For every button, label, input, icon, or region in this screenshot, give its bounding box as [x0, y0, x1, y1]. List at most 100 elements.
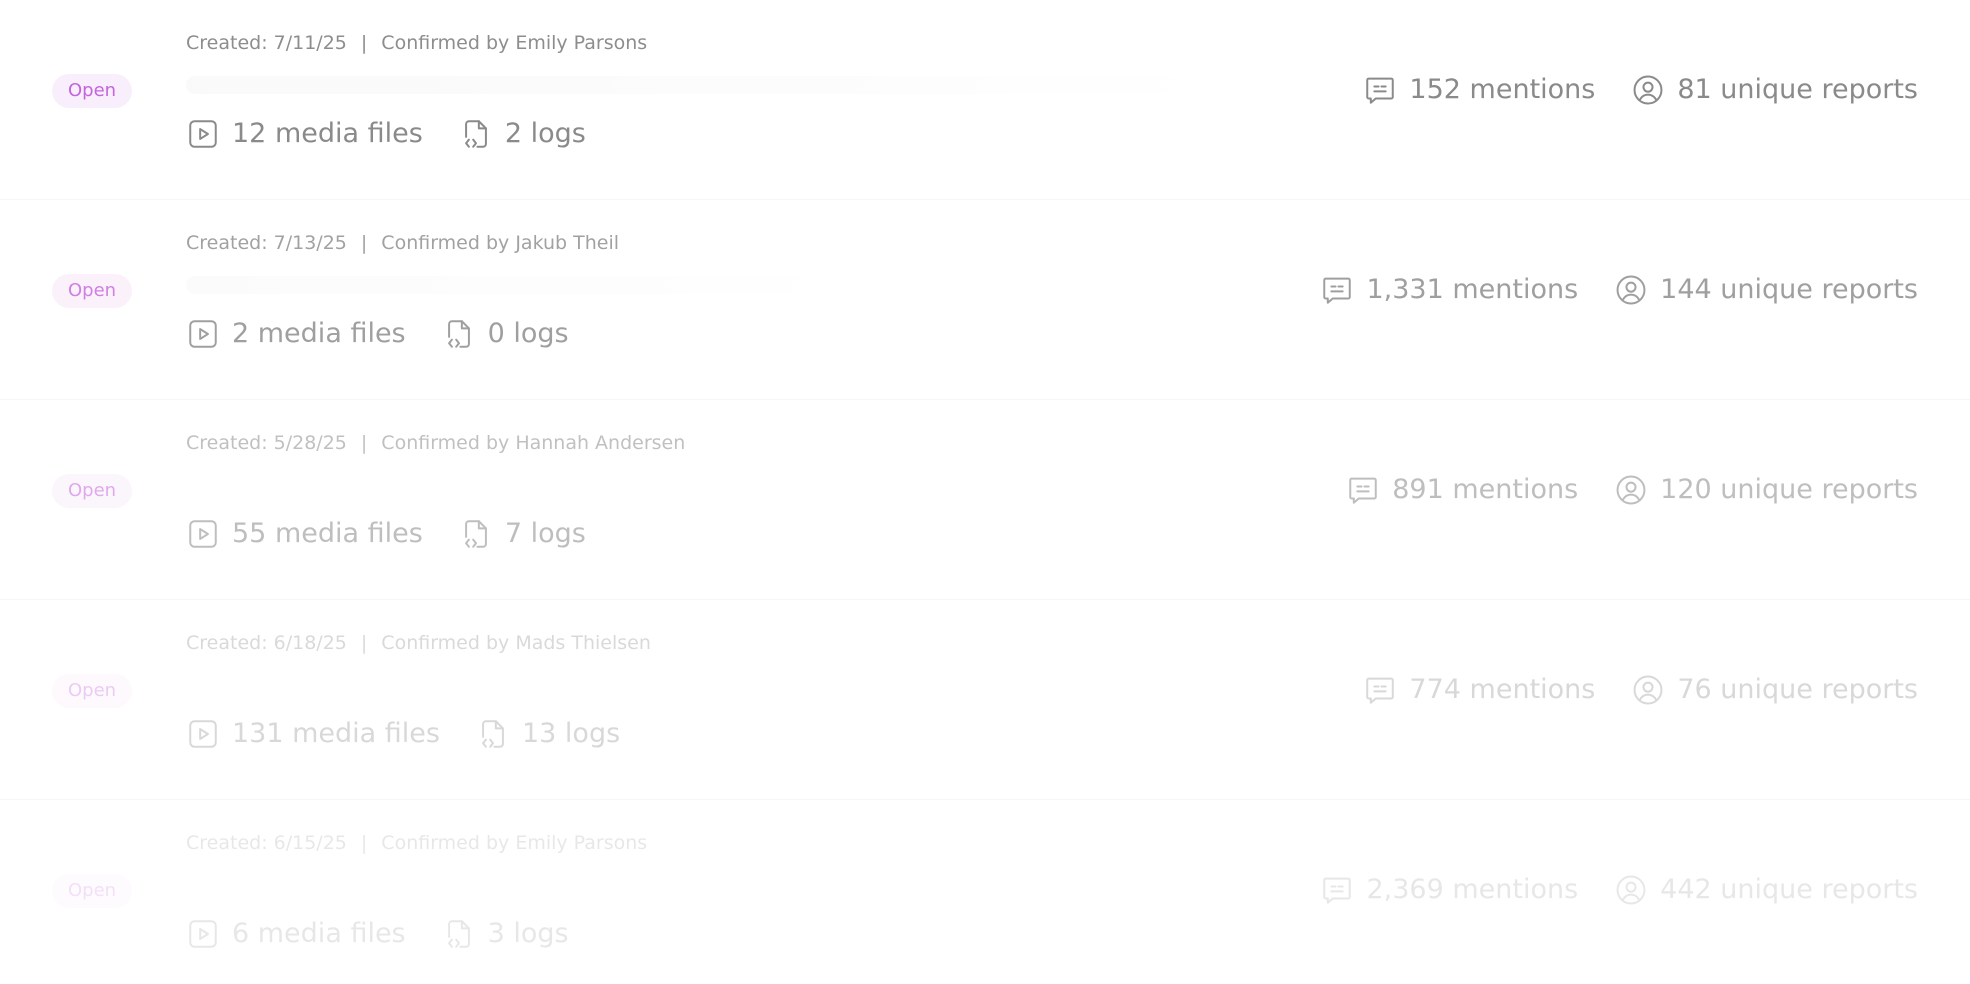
reports-stat: 120 unique reports [1614, 470, 1918, 510]
created-date: Created: 7/11/25 [186, 32, 347, 54]
issue-stats: 152 mentions 81 unique reports [1363, 70, 1918, 110]
media-files-count: 12 media files [232, 118, 423, 149]
meta-separator: | [360, 232, 368, 254]
logs-link[interactable]: 0 logs [442, 314, 569, 354]
media-files-count: 2 media files [232, 318, 406, 349]
mentions-count: 1,331 mentions [1366, 274, 1579, 305]
attachments: 6 media files 3 logs [186, 914, 569, 954]
message-square-icon [1320, 273, 1354, 307]
play-square-icon [186, 117, 220, 151]
logs-link[interactable]: 7 logs [459, 514, 586, 554]
unique-reports-count: 76 unique reports [1677, 674, 1918, 705]
unique-reports-count: 144 unique reports [1660, 274, 1918, 305]
reports-stat: 76 unique reports [1631, 670, 1918, 710]
media-files-count: 6 media files [232, 918, 406, 949]
mentions-stat: 2,369 mentions [1320, 870, 1578, 910]
confirmed-by: Confirmed by Emily Parsons [381, 832, 648, 854]
message-square-icon [1363, 673, 1397, 707]
created-date: Created: 6/18/25 [186, 632, 347, 654]
issue-stats: 774 mentions 76 unique reports [1363, 670, 1918, 710]
reports-stat: 442 unique reports [1614, 870, 1918, 910]
issue-row[interactable]: Open Created: 5/28/25 | Confirmed by Hanna… [0, 400, 1970, 600]
meta-separator: | [360, 432, 368, 454]
unique-reports-count: 120 unique reports [1660, 474, 1918, 505]
attachments: 12 media files 2 logs [186, 114, 586, 154]
confirmed-by: Confirmed by Mads Thielsen [381, 632, 651, 654]
play-square-icon [186, 317, 220, 351]
attachments: 2 media files 0 logs [186, 314, 569, 354]
code-file-icon [459, 117, 493, 151]
faded-description [186, 76, 1226, 94]
message-square-icon [1363, 73, 1397, 107]
meta-separator: | [360, 632, 368, 654]
mentions-count: 2,369 mentions [1366, 874, 1579, 905]
user-circle-icon [1614, 473, 1648, 507]
status-badge: Open [52, 274, 133, 308]
message-square-icon [1320, 873, 1354, 907]
issue-row[interactable]: Open Created: 7/13/25 | Confirmed by Jakub… [0, 200, 1970, 400]
status-badge: Open [52, 874, 133, 908]
logs-link[interactable]: 13 logs [476, 714, 620, 754]
confirmed-by: Confirmed by Hannah Andersen [381, 432, 686, 454]
code-file-icon [476, 717, 510, 751]
logs-count: 7 logs [504, 518, 586, 549]
media-files-count: 55 media files [232, 518, 423, 549]
created-date: Created: 7/13/25 [186, 232, 347, 254]
meta-separator: | [360, 832, 368, 854]
logs-count: 2 logs [504, 118, 586, 149]
mentions-stat: 891 mentions [1346, 470, 1578, 510]
message-square-icon [1346, 473, 1380, 507]
mentions-count: 774 mentions [1409, 674, 1596, 705]
status-badge: Open [52, 474, 133, 508]
issue-list: Open Created: 7/11/25 | Confirmed by Emily… [0, 0, 1970, 984]
issue-row[interactable]: Open Created: 6/18/25 | Confirmed by Mads … [0, 600, 1970, 800]
issue-meta: Created: 6/15/25 | Confirmed by Emily Pars… [186, 830, 647, 856]
issue-meta: Created: 7/11/25 | Confirmed by Emily Pars… [186, 30, 647, 56]
user-circle-icon [1614, 273, 1648, 307]
unique-reports-count: 442 unique reports [1660, 874, 1918, 905]
user-circle-icon [1631, 673, 1665, 707]
logs-link[interactable]: 2 logs [459, 114, 586, 154]
issue-stats: 891 mentions 120 unique reports [1346, 470, 1918, 510]
logs-link[interactable]: 3 logs [442, 914, 569, 954]
media-files-link[interactable]: 131 media files [186, 714, 440, 754]
code-file-icon [442, 917, 476, 951]
code-file-icon [442, 317, 476, 351]
issue-stats: 1,331 mentions 144 unique reports [1320, 270, 1918, 310]
media-files-link[interactable]: 12 media files [186, 114, 423, 154]
mentions-stat: 152 mentions [1363, 70, 1595, 110]
code-file-icon [459, 517, 493, 551]
created-date: Created: 6/15/25 [186, 832, 347, 854]
status-badge: Open [52, 74, 133, 108]
mentions-count: 891 mentions [1392, 474, 1579, 505]
logs-count: 0 logs [487, 318, 569, 349]
mentions-stat: 1,331 mentions [1320, 270, 1578, 310]
confirmed-by: Confirmed by Jakub Theil [381, 232, 620, 254]
issue-row[interactable]: Open Created: 6/15/25 | Confirmed by Emily… [0, 800, 1970, 984]
issue-stats: 2,369 mentions 442 unique reports [1320, 870, 1918, 910]
reports-stat: 81 unique reports [1631, 70, 1918, 110]
media-files-link[interactable]: 2 media files [186, 314, 406, 354]
mentions-count: 152 mentions [1409, 74, 1596, 105]
media-files-link[interactable]: 6 media files [186, 914, 406, 954]
status-badge: Open [52, 674, 133, 708]
play-square-icon [186, 717, 220, 751]
created-date: Created: 5/28/25 [186, 432, 347, 454]
mentions-stat: 774 mentions [1363, 670, 1595, 710]
issue-row[interactable]: Open Created: 7/11/25 | Confirmed by Emily… [0, 0, 1970, 200]
faded-description [186, 276, 886, 294]
media-files-count: 131 media files [232, 718, 440, 749]
media-files-link[interactable]: 55 media files [186, 514, 423, 554]
user-circle-icon [1614, 873, 1648, 907]
issue-meta: Created: 5/28/25 | Confirmed by Hannah And… [186, 430, 685, 456]
confirmed-by: Confirmed by Emily Parsons [381, 32, 648, 54]
play-square-icon [186, 917, 220, 951]
issue-meta: Created: 6/18/25 | Confirmed by Mads Thiel… [186, 630, 651, 656]
meta-separator: | [360, 32, 368, 54]
attachments: 131 media files 13 logs [186, 714, 620, 754]
attachments: 55 media files 7 logs [186, 514, 586, 554]
user-circle-icon [1631, 73, 1665, 107]
play-square-icon [186, 517, 220, 551]
logs-count: 3 logs [487, 918, 569, 949]
logs-count: 13 logs [521, 718, 621, 749]
